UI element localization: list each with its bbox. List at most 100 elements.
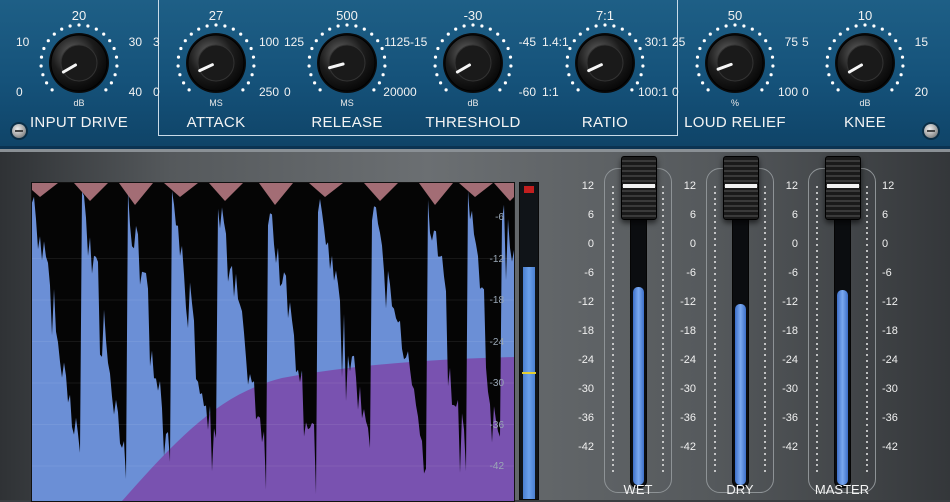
knob-tick (846, 27, 850, 31)
knob-tick (370, 32, 374, 36)
fader-tick (612, 226, 614, 229)
fader-scale-label-right: -30 (882, 383, 898, 395)
knob-tick (576, 88, 580, 92)
fader-tick (866, 394, 868, 397)
fader-tick (662, 307, 664, 310)
knob-tick (182, 81, 186, 85)
fader-scale-label: -6 (584, 267, 594, 279)
knob-top-label: 500 (336, 8, 358, 23)
knob-tick (179, 46, 183, 51)
knob-tick (695, 64, 699, 68)
fader-tick (764, 313, 766, 316)
knob-tick (183, 39, 187, 43)
fader-tick (866, 191, 868, 194)
knob-tick (899, 73, 903, 77)
fader-name-label: MASTER (814, 482, 870, 497)
fader-tick (764, 336, 766, 339)
fader-tick (662, 313, 664, 316)
fader-tick (816, 365, 818, 368)
knob-tick (187, 88, 191, 92)
fader-tick (714, 249, 716, 252)
knob-threshold[interactable]: -30 -15 -45 0 -60 dB THRESHOLD (408, 0, 538, 140)
knob-tick (60, 27, 64, 31)
knob-name-label: ATTACK (186, 114, 246, 131)
knob-max-label: 40 (128, 85, 142, 99)
knob-left-label: -15 (410, 35, 428, 49)
knob-tick (42, 46, 46, 51)
fader-tick (866, 423, 868, 426)
knob-tick (724, 24, 728, 28)
knob-right-label: 100 (258, 35, 279, 49)
fader-tick (764, 342, 766, 345)
knob-tick (603, 23, 607, 27)
knob-tick (770, 55, 775, 59)
fader-scale-label-right: 12 (882, 180, 895, 192)
knob-top-label: 20 (71, 8, 87, 23)
knob-knee[interactable]: 10 5 15 0 20 dB KNEE (800, 0, 930, 140)
knob-tick (701, 81, 705, 85)
fader-tick (612, 458, 614, 461)
fader-handle[interactable] (621, 156, 657, 220)
fader-tick (612, 284, 614, 287)
fader-track[interactable] (630, 186, 647, 488)
knob-tick (113, 73, 117, 77)
knob-loud-relief[interactable]: 50 25 75 0 100 % LOUD RELIEF (670, 0, 800, 140)
knob-tick (307, 55, 312, 59)
fader-tick (714, 302, 716, 304)
fader-tick (816, 429, 818, 432)
fader-scale-label: -12 (782, 296, 798, 308)
fader-tick (816, 418, 818, 420)
fader-tick (764, 220, 766, 223)
knob-max-label: 20 (914, 85, 928, 99)
fader-tick (866, 458, 868, 461)
knob-attack[interactable]: 27 3 100 0 250 MS ATTACK (151, 0, 281, 140)
fader-tick (816, 191, 818, 194)
knob-name-label: KNEE (843, 114, 887, 131)
knob-tick (50, 88, 54, 92)
knob-tick (612, 24, 616, 28)
knob-tick (178, 73, 182, 77)
knob-tick (46, 39, 50, 43)
knob-left-label: 3 (153, 35, 160, 49)
fader-tick (714, 215, 716, 217)
fader-tick (764, 394, 766, 397)
knob-min-label: 1:1 (542, 85, 559, 99)
knob-tick (506, 46, 510, 51)
knob-left-label: 125 (284, 35, 305, 49)
knob-tick (827, 73, 831, 77)
fader-tick (816, 371, 818, 374)
knob-input-drive[interactable]: 20 10 30 0 40 dB INPUT DRIVE (14, 0, 144, 140)
fader-handle[interactable] (723, 156, 759, 220)
fader-tick (714, 336, 716, 339)
fader-handle[interactable] (825, 156, 861, 220)
fader-scale-label: -18 (782, 325, 798, 337)
knob-name-label: THRESHOLD (425, 114, 521, 131)
fader-tick (866, 302, 868, 304)
knob-name-label: RATIO (581, 114, 629, 131)
fader-tick (816, 423, 818, 426)
fader-tick (816, 394, 818, 397)
fader-scale-label: 6 (587, 209, 594, 221)
fader-tick (662, 452, 664, 455)
peak-indicator (524, 186, 534, 193)
knob-tick (376, 39, 380, 43)
knob-name-label: INPUT DRIVE (29, 114, 129, 131)
knob-tick (832, 39, 836, 43)
knob-ratio[interactable]: 7:1 1.4:1 30:1 1:1 100:1 RATIO (540, 0, 670, 140)
knob-right-label: 30:1 (644, 35, 668, 49)
fader-tick (816, 331, 818, 333)
knob-top-label: 7:1 (595, 8, 615, 23)
fader-track[interactable] (834, 186, 851, 488)
knob-top-label: 50 (727, 8, 743, 23)
knob-top-label: 10 (857, 8, 873, 23)
knob-tick (640, 55, 645, 59)
fader-tick (816, 255, 818, 258)
knob-tick (241, 88, 245, 92)
fader-track[interactable] (732, 186, 749, 488)
knob-tick (768, 46, 772, 51)
fader-tick (816, 186, 818, 188)
knob-release[interactable]: 500 125 1125 0 2000 MS RELEASE (282, 0, 412, 140)
fader-tick (612, 342, 614, 345)
fader-tick (764, 244, 766, 246)
knob-tick (102, 32, 106, 36)
